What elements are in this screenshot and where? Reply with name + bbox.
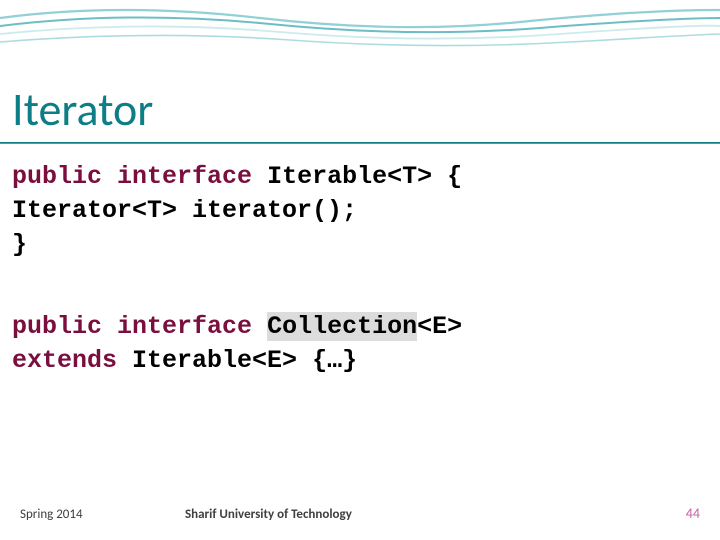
code-line: extends Iterable<E> {…} bbox=[12, 344, 462, 378]
slide-title: Iterator bbox=[12, 82, 153, 138]
title-underline bbox=[0, 142, 720, 144]
footer-date: Spring 2014 bbox=[20, 507, 83, 522]
code-text: Iterator<T> iterator(); bbox=[12, 196, 357, 225]
code-text: Iterable<E> {…} bbox=[117, 346, 357, 375]
keyword-extends: extends bbox=[12, 346, 117, 375]
code-line: Iterator<T> iterator(); bbox=[12, 194, 462, 228]
keyword-interface: interface bbox=[117, 312, 252, 341]
keyword-interface: interface bbox=[117, 162, 252, 191]
wave-decoration bbox=[0, 0, 720, 60]
code-line: public interface Collection<E> bbox=[12, 310, 462, 344]
code-text: } bbox=[12, 230, 27, 259]
footer-institution: Sharif University of Technology bbox=[185, 507, 352, 522]
code-block-collection: public interface Collection<E> extends I… bbox=[12, 310, 462, 378]
code-line: } bbox=[12, 228, 462, 262]
type-name-collection: Collection bbox=[267, 312, 417, 341]
code-block-iterable: public interface Iterable<T> { Iterator<… bbox=[12, 160, 462, 261]
keyword-public: public bbox=[12, 312, 102, 341]
page-number: 44 bbox=[686, 505, 700, 522]
keyword-public: public bbox=[12, 162, 102, 191]
code-text: Iterable<T> { bbox=[252, 162, 462, 191]
code-text: <E> bbox=[417, 312, 462, 341]
code-line: public interface Iterable<T> { bbox=[12, 160, 462, 194]
